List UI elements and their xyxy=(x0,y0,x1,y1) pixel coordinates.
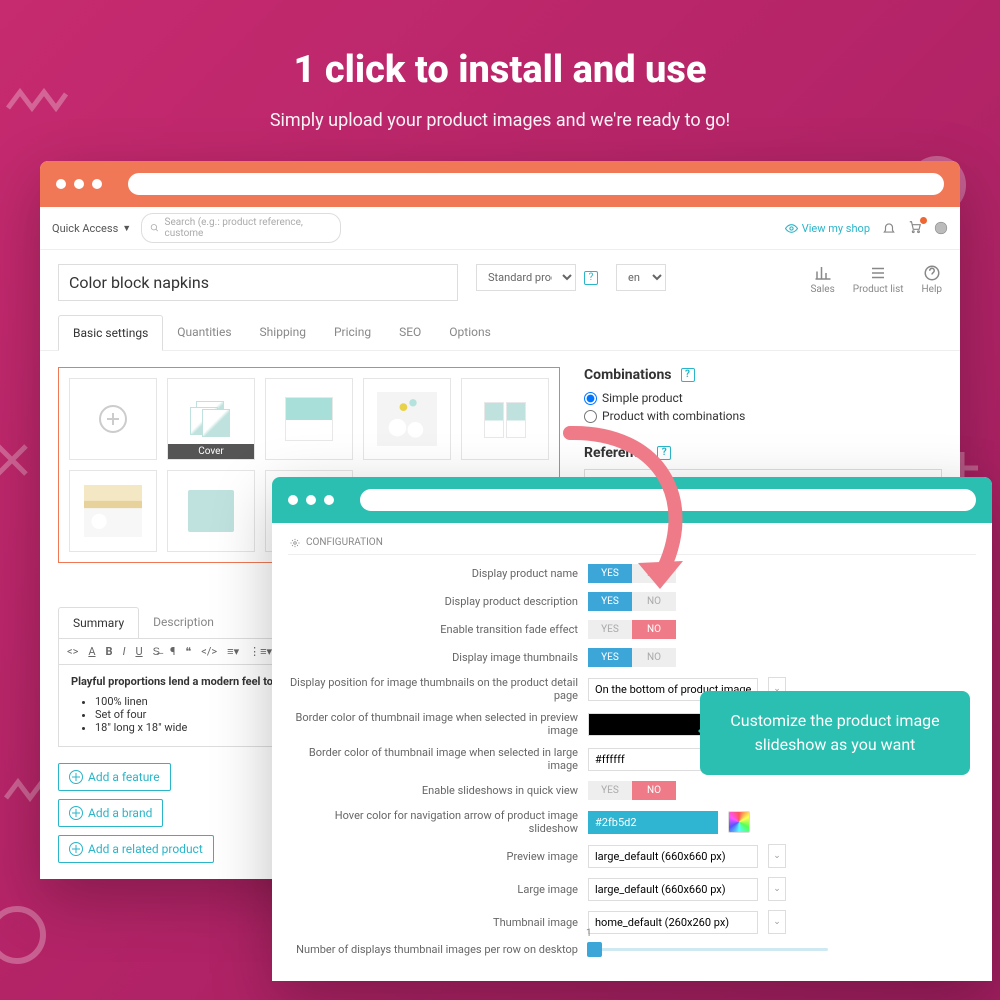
add-image-button[interactable] xyxy=(69,378,157,460)
image-thumb[interactable]: Cover xyxy=(167,378,255,460)
image-thumb[interactable] xyxy=(167,470,255,552)
url-bar[interactable] xyxy=(360,489,976,511)
toggle[interactable]: YESNO xyxy=(588,620,676,639)
tab-seo[interactable]: SEO xyxy=(385,315,435,350)
config-heading: CONFIGURATION xyxy=(288,531,976,555)
label: Display image thumbnails xyxy=(288,651,578,664)
colorpicker-button[interactable] xyxy=(728,811,750,833)
add-related-button[interactable]: Add a related product xyxy=(58,835,214,863)
label: Display product name xyxy=(288,567,578,580)
add-brand-button[interactable]: Add a brand xyxy=(58,799,163,827)
toggle[interactable]: YESNO xyxy=(588,564,676,583)
titlebar xyxy=(272,477,992,523)
win-dot[interactable] xyxy=(324,495,334,505)
tooltip: Customize the product image slideshow as… xyxy=(700,691,970,775)
size-select[interactable] xyxy=(588,845,758,868)
win-dot[interactable] xyxy=(74,179,84,189)
combinations-heading: Combinations? xyxy=(584,367,942,383)
hero-title: 1 click to install and use xyxy=(40,48,960,92)
help-icon[interactable]: ? xyxy=(681,368,695,382)
cart-icon[interactable] xyxy=(908,220,922,234)
plus-icon xyxy=(69,806,83,820)
bell-icon[interactable] xyxy=(882,221,896,235)
label: Number of displays thumbnail images per … xyxy=(288,943,578,956)
tab-shipping[interactable]: Shipping xyxy=(246,315,320,350)
label: Display position for image thumbnails on… xyxy=(288,676,578,702)
tab-quantities[interactable]: Quantities xyxy=(163,315,245,350)
size-select[interactable] xyxy=(588,878,758,901)
chart-icon xyxy=(814,264,832,282)
win-dot[interactable] xyxy=(56,179,66,189)
user-icon[interactable] xyxy=(934,221,948,235)
tab-options[interactable]: Options xyxy=(435,315,505,350)
help-link[interactable]: Help xyxy=(922,264,942,295)
help-icon[interactable]: ? xyxy=(657,446,671,460)
color-input[interactable] xyxy=(588,811,718,834)
eye-icon xyxy=(785,222,798,235)
help-icon xyxy=(923,264,941,282)
tabs: Basic settings Quantities Shipping Prici… xyxy=(40,315,960,351)
product-list-link[interactable]: Product list xyxy=(853,264,904,295)
plus-icon xyxy=(69,842,83,856)
list-icon xyxy=(869,264,887,282)
search-input[interactable]: Search (e.g.: product reference, custome xyxy=(141,213,341,243)
toggle[interactable]: YESNO xyxy=(588,648,676,667)
product-type-select[interactable]: Standard produ xyxy=(476,264,576,291)
label: Enable transition fade effect xyxy=(288,623,578,636)
label: Enable slideshows in quick view xyxy=(288,784,578,797)
view-shop-link[interactable]: View my shop xyxy=(785,222,870,235)
lang-select[interactable]: en xyxy=(616,264,666,291)
label: Display product description xyxy=(288,595,578,608)
win-dot[interactable] xyxy=(92,179,102,189)
quick-access-menu[interactable]: Quick Access▼ xyxy=(52,222,131,235)
search-icon xyxy=(150,223,159,233)
help-icon[interactable]: ? xyxy=(584,271,598,285)
chevron-down-icon[interactable]: ⌄ xyxy=(768,844,786,868)
tab-description[interactable]: Description xyxy=(139,607,228,638)
slider[interactable]: 1 xyxy=(588,948,828,951)
color-input[interactable] xyxy=(588,748,718,771)
label: Hover color for navigation arrow of prod… xyxy=(288,809,578,835)
plus-icon xyxy=(69,770,83,784)
toggle[interactable]: YESNO xyxy=(588,592,676,611)
add-feature-button[interactable]: Add a feature xyxy=(58,763,171,791)
label: Border color of thumbnail image when sel… xyxy=(288,711,578,737)
image-thumb[interactable] xyxy=(265,378,353,460)
toggle[interactable]: YESNO xyxy=(588,781,676,800)
image-thumb[interactable] xyxy=(69,470,157,552)
label: Preview image xyxy=(288,850,578,863)
titlebar xyxy=(40,161,960,207)
chevron-down-icon[interactable]: ⌄ xyxy=(768,910,786,934)
radio-combinations[interactable]: Product with combinations xyxy=(584,409,942,423)
tab-summary[interactable]: Summary xyxy=(58,607,139,638)
image-thumb[interactable] xyxy=(461,378,549,460)
chevron-down-icon[interactable]: ⌄ xyxy=(768,877,786,901)
reference-heading: Reference? xyxy=(584,445,942,461)
win-dot[interactable] xyxy=(306,495,316,505)
tab-basic[interactable]: Basic settings xyxy=(58,315,163,351)
label: Large image xyxy=(288,883,578,896)
label: Thumbnail image xyxy=(288,916,578,929)
tab-pricing[interactable]: Pricing xyxy=(320,315,385,350)
image-thumb[interactable] xyxy=(363,378,451,460)
product-name-input[interactable]: Color block napkins xyxy=(58,264,458,301)
size-select[interactable] xyxy=(588,911,758,934)
label: Border color of thumbnail image when sel… xyxy=(288,746,578,772)
sales-link[interactable]: Sales xyxy=(810,264,834,295)
win-dot[interactable] xyxy=(288,495,298,505)
cover-badge: Cover xyxy=(168,444,254,459)
url-bar[interactable] xyxy=(128,173,944,195)
gear-icon xyxy=(290,538,300,548)
radio-simple[interactable]: Simple product xyxy=(584,391,942,405)
hero-subtitle: Simply upload your product images and we… xyxy=(40,110,960,131)
